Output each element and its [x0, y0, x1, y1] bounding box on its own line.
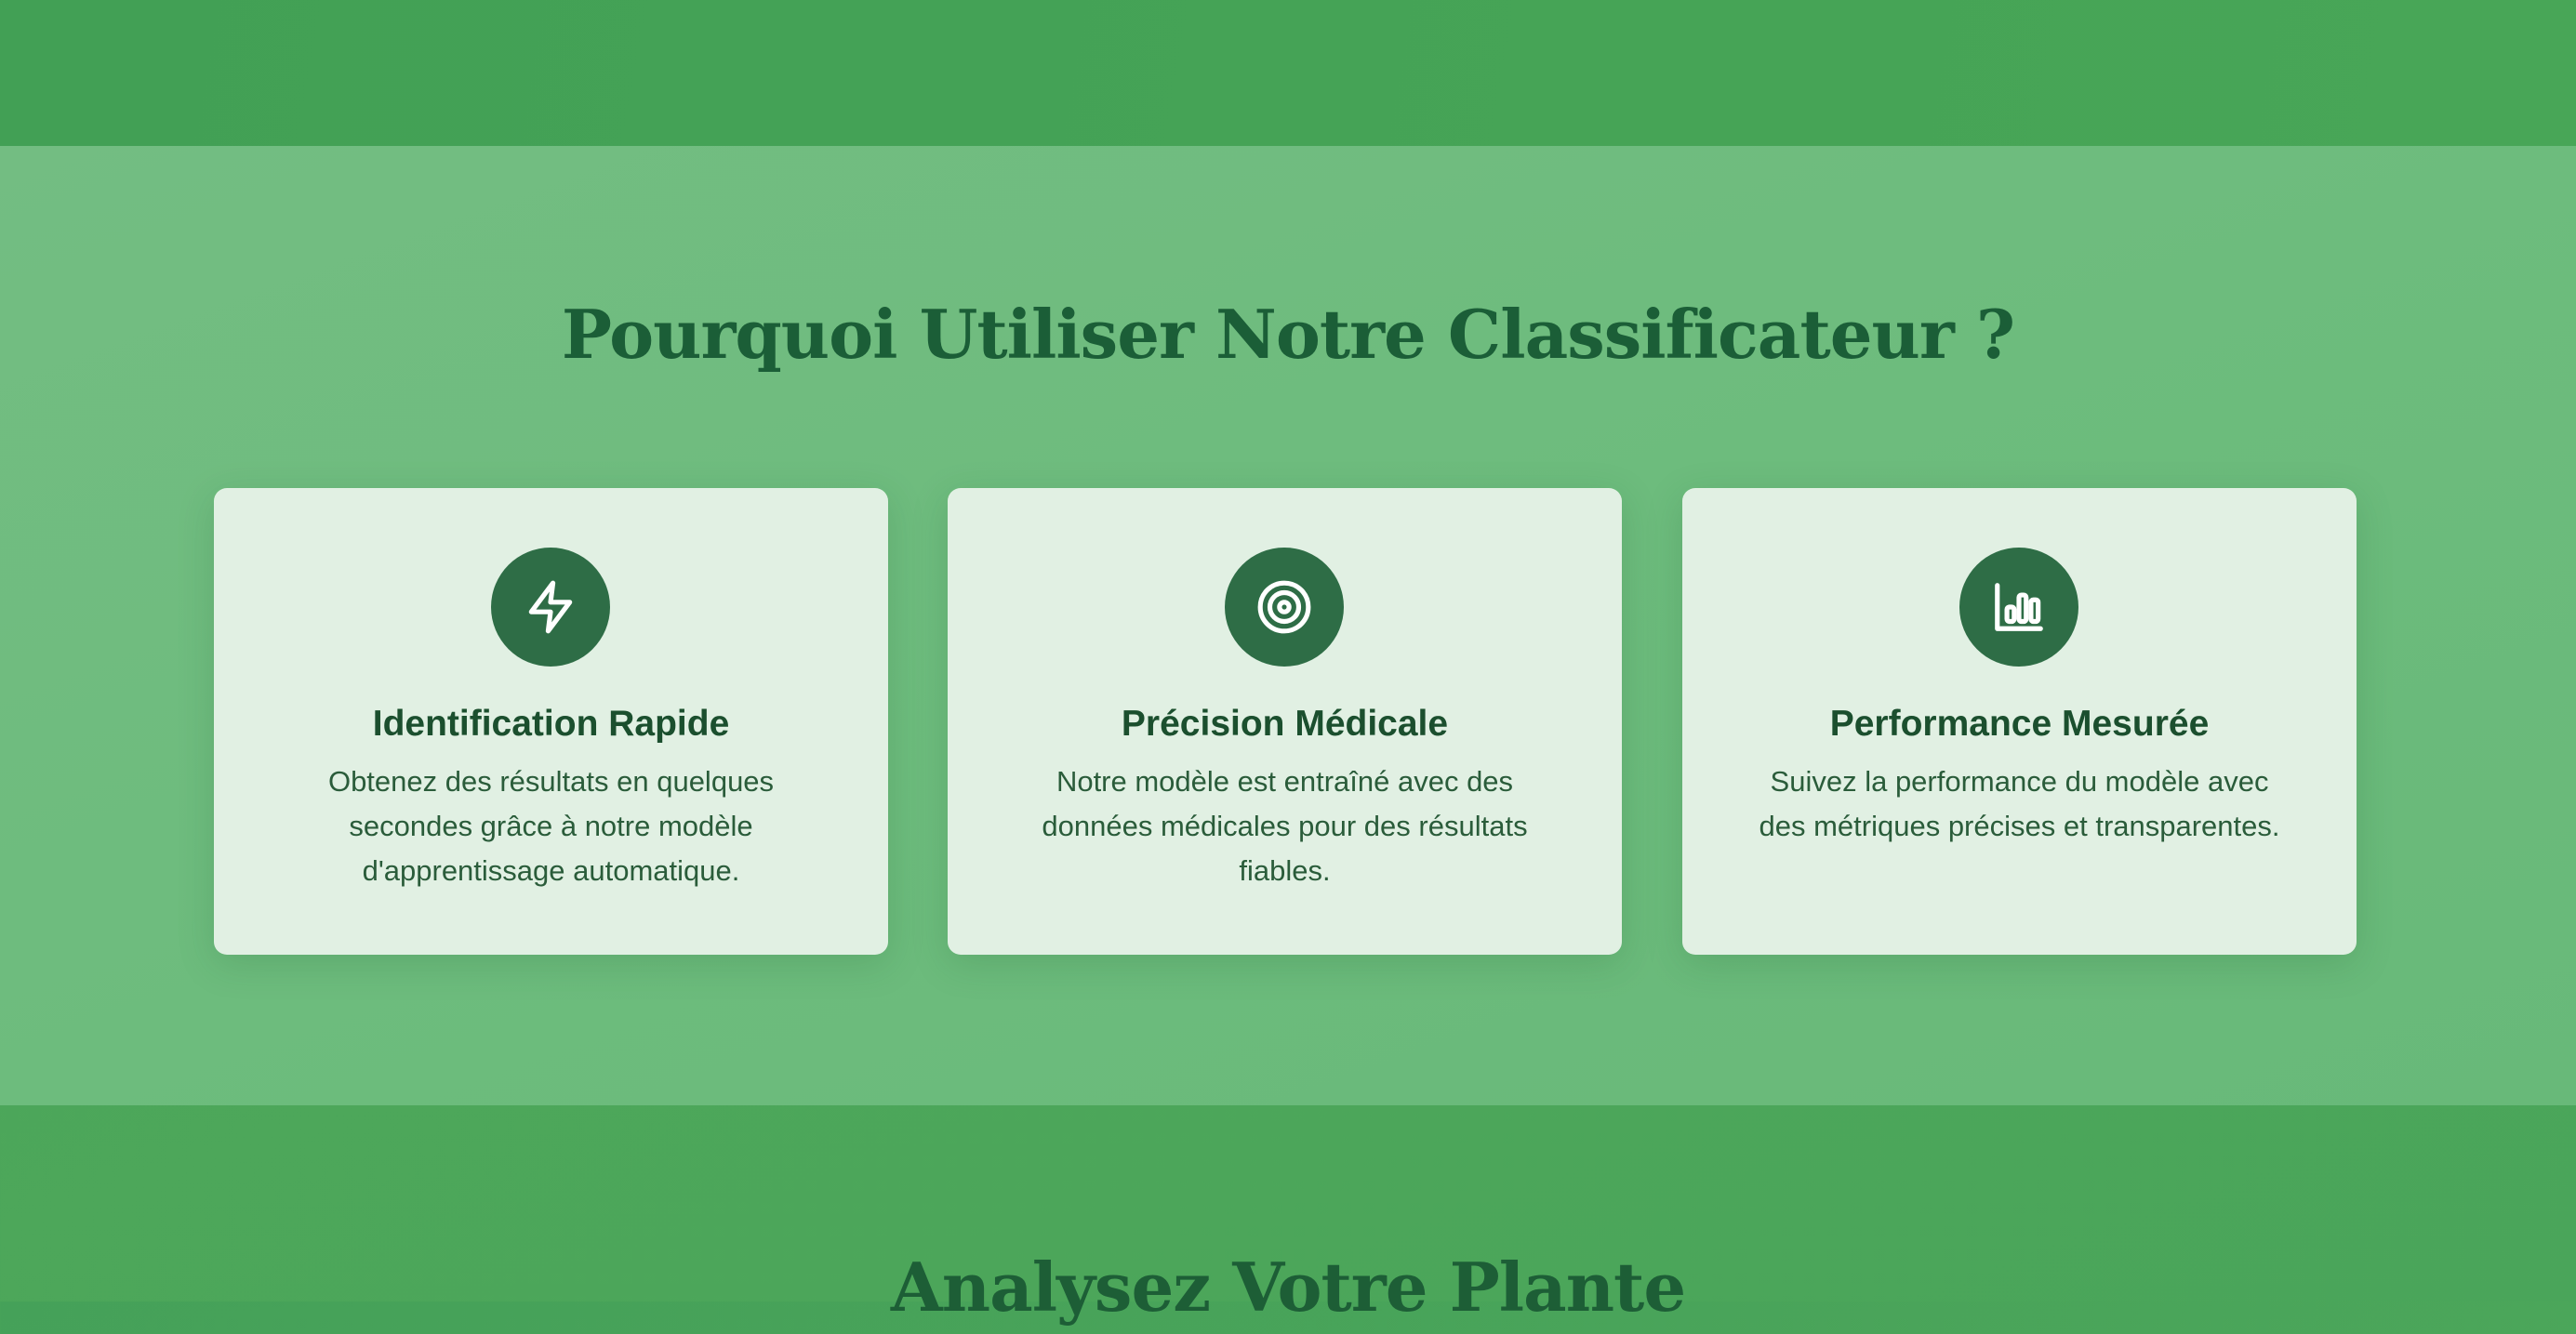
features-title: Pourquoi Utiliser Notre Classificateur ?	[561, 295, 2015, 374]
card-title: Précision Médicale	[1121, 704, 1449, 744]
card-description: Obtenez des résultats en quelques second…	[327, 765, 775, 887]
icon-badge	[491, 548, 610, 667]
card-title: Performance Mesurée	[1829, 704, 2210, 744]
target-icon	[1257, 580, 1311, 634]
top-section-band	[0, 0, 2576, 146]
card-description: Suivez la performance du modèle avec des…	[1759, 765, 2280, 842]
feature-card-medical-precision: Précision Médicale Notre modèle est entr…	[948, 488, 1622, 955]
feature-card-measured-performance: Performance Mesurée Suivez la performanc…	[1682, 488, 2357, 955]
bar-chart-icon	[1995, 583, 2043, 631]
analyze-section-title: Analysez Votre Plante	[890, 1248, 1686, 1327]
card-description: Notre modèle est entraîné avec des donné…	[1042, 765, 1528, 887]
feature-card-rapid-identification: Identification Rapide Obtenez des résult…	[214, 488, 888, 955]
lightning-icon	[528, 580, 573, 634]
icon-badge	[1959, 548, 2078, 667]
icon-badge	[1225, 548, 1344, 667]
card-title: Identification Rapide	[372, 704, 730, 744]
